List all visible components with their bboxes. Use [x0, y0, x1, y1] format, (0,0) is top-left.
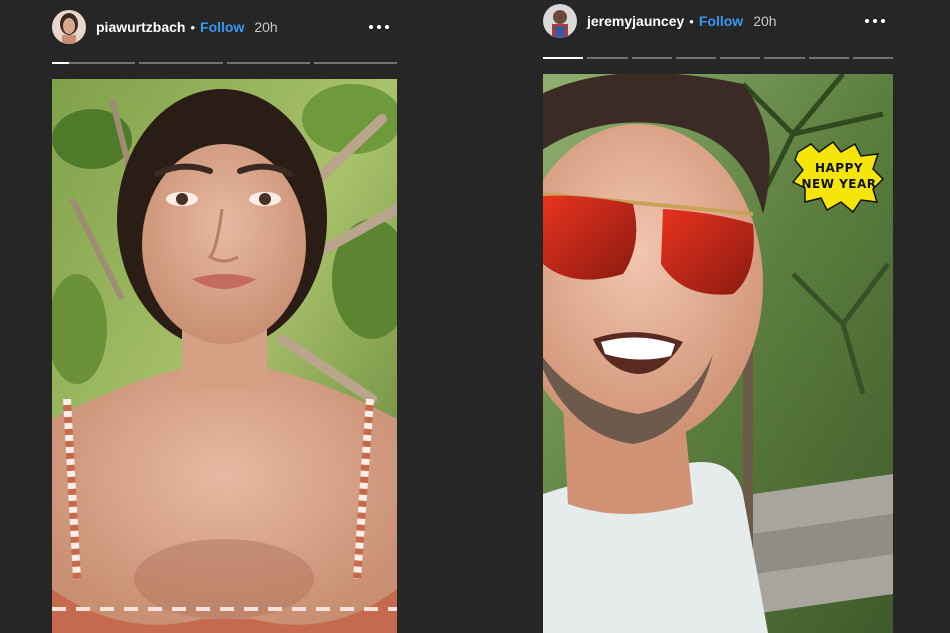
profile-photo-icon [52, 10, 86, 44]
follow-button[interactable]: Follow [200, 19, 244, 35]
story-photo-man-icon: HAPPY NEW YEAR [543, 74, 893, 633]
story-card-piawurtzbach[interactable]: piawurtzbach • Follow 20h [0, 0, 475, 633]
separator-dot: • [190, 19, 196, 35]
story-progress-bar [543, 57, 893, 59]
story-card-jeremyjauncey[interactable]: jeremyjauncey • Follow 20h HAPPY NEW YEA… [475, 0, 950, 633]
progress-segment [226, 62, 310, 64]
svg-text:HAPPY: HAPPY [815, 161, 863, 175]
story-photo-woman-icon [52, 79, 397, 633]
progress-segment [720, 57, 761, 59]
more-options-icon[interactable] [361, 19, 397, 35]
timestamp: 20h [753, 13, 777, 29]
progress-segment [52, 62, 136, 64]
progress-segment [808, 57, 849, 59]
avatar[interactable] [543, 4, 577, 38]
progress-segment [852, 57, 893, 59]
progress-segment [139, 62, 223, 64]
avatar[interactable] [52, 10, 86, 44]
progress-segment [543, 57, 584, 59]
progress-segment [631, 57, 672, 59]
timestamp: 20h [254, 19, 278, 35]
story-header: jeremyjauncey • Follow 20h [543, 4, 893, 38]
story-media[interactable] [52, 79, 397, 633]
username[interactable]: jeremyjauncey [587, 13, 684, 29]
separator-dot: • [689, 13, 694, 29]
progress-segment [675, 57, 716, 59]
progress-segment [313, 62, 397, 64]
progress-segment [764, 57, 805, 59]
profile-photo-icon [543, 4, 577, 38]
story-header: piawurtzbach • Follow 20h [52, 10, 397, 44]
story-media[interactable]: HAPPY NEW YEAR [543, 74, 893, 633]
progress-segment [587, 57, 628, 59]
username[interactable]: piawurtzbach [96, 19, 185, 35]
follow-button[interactable]: Follow [699, 13, 743, 29]
story-progress-bar [52, 62, 397, 64]
svg-text:NEW YEAR: NEW YEAR [801, 177, 876, 191]
more-options-icon[interactable] [857, 13, 893, 29]
